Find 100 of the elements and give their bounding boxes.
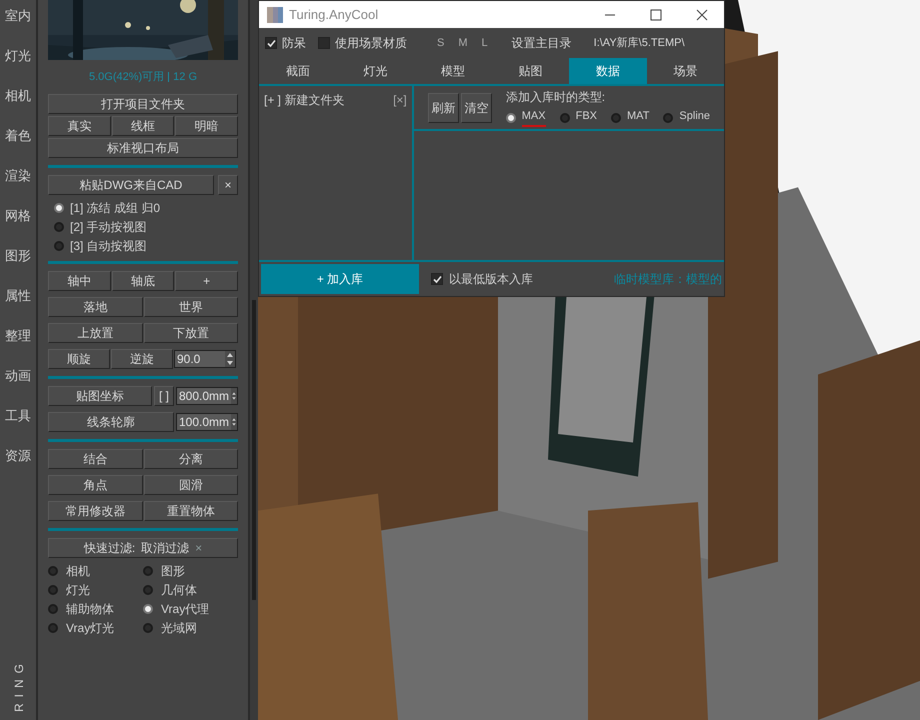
size-button[interactable]: S — [437, 34, 444, 52]
map-coords-button[interactable]: 贴图坐标 — [48, 386, 152, 406]
edit-button[interactable]: 重置物体 — [144, 501, 238, 521]
option-label: [3] 自动按视图 — [70, 238, 147, 255]
nav-item[interactable]: 工具 — [5, 406, 31, 446]
edit-button[interactable]: 圆滑 — [144, 475, 238, 495]
type-option: Spline — [679, 108, 710, 127]
open-folder-button[interactable]: 打开项目文件夹 — [48, 94, 238, 114]
app-icon — [267, 6, 283, 22]
action-button[interactable]: 清空 — [460, 92, 492, 122]
edit-button[interactable]: 常用修改器 — [48, 501, 142, 521]
nav-item[interactable]: 图形 — [5, 246, 31, 286]
nav-item[interactable]: 相机 — [5, 86, 31, 126]
status-text: 临时模型库：模型的 — [614, 271, 722, 288]
bracket-button[interactable]: [ ] — [154, 386, 174, 406]
edit-button[interactable]: 结合 — [48, 449, 142, 469]
brand-text: RING — [11, 658, 27, 712]
nav-item[interactable]: 动画 — [5, 366, 31, 406]
place-button[interactable]: 世界 — [144, 297, 238, 317]
path-text: I:\AY新库\5.TEMP\ — [594, 36, 685, 51]
filter-label: 快速过滤: — [84, 540, 136, 557]
radio-button[interactable] — [663, 112, 674, 122]
outline-button[interactable]: 线条轮廓 — [48, 412, 174, 432]
checkbox[interactable] — [265, 37, 277, 49]
radio-button[interactable] — [54, 222, 64, 232]
window-title: Turing.AnyCool — [289, 6, 378, 24]
cancel-filter-button[interactable]: 取消过滤 — [141, 539, 190, 557]
tab[interactable]: 模型 — [414, 58, 492, 84]
nav-item[interactable]: 整理 — [5, 326, 31, 366]
view-mode-button[interactable]: 真实 — [48, 116, 111, 136]
tab[interactable]: 数据 — [569, 58, 646, 84]
size-button[interactable]: L — [482, 34, 488, 52]
rotate-button[interactable]: 顺旋 — [48, 349, 110, 369]
radio-button[interactable] — [143, 622, 153, 632]
filter-option: Vray代理 — [161, 600, 210, 618]
filter-option: 灯光 — [66, 580, 90, 598]
set-directory-button[interactable]: 设置主目录 — [512, 34, 572, 52]
pivot-button[interactable]: 轴底 — [112, 271, 174, 291]
filter-option: Vray灯光 — [66, 618, 114, 636]
close-folder-button[interactable]: [×] — [393, 91, 407, 109]
place-button[interactable]: 下放置 — [144, 323, 238, 343]
radio-button[interactable] — [611, 112, 622, 122]
radio-button[interactable] — [54, 203, 64, 213]
new-folder-button[interactable]: [+ ] 新建文件夹 — [264, 91, 344, 109]
tab[interactable]: 场景 — [646, 58, 724, 84]
rotate-button[interactable]: 逆旋 — [111, 349, 173, 369]
option-label: [1] 冻结 成组 归0 — [70, 200, 160, 217]
layout-button[interactable]: 标准视口布局 — [48, 138, 238, 158]
radio-button[interactable] — [54, 241, 64, 251]
action-button[interactable]: 刷新 — [428, 92, 459, 122]
tab[interactable]: 截面 — [259, 58, 336, 84]
place-button[interactable]: 上放置 — [48, 323, 142, 343]
size-button[interactable]: M — [458, 34, 468, 52]
radio-button[interactable] — [560, 112, 570, 122]
filter-option: 光域网 — [161, 618, 197, 636]
view-mode-button[interactable]: 线框 — [112, 116, 174, 136]
radio-button[interactable] — [48, 622, 58, 632]
maximize-icon[interactable] — [650, 8, 662, 20]
type-option: MAT — [627, 108, 650, 127]
filter-option: 相机 — [66, 562, 90, 580]
filter-option: 图形 — [161, 562, 185, 580]
nav-item[interactable]: 灯光 — [5, 46, 31, 86]
checkbox[interactable] — [318, 37, 330, 49]
radio-button[interactable] — [143, 604, 153, 614]
filter-option: 辅助物体 — [66, 600, 114, 618]
nav-item[interactable]: 室内 — [5, 6, 31, 46]
type-label: 添加入库时的类型: — [506, 89, 606, 106]
radio-button[interactable] — [48, 604, 58, 614]
radio-button[interactable] — [48, 566, 58, 576]
tab[interactable]: 灯光 — [336, 58, 414, 84]
radio-button[interactable] — [48, 584, 58, 594]
memory-total: 12 G — [173, 70, 198, 85]
radio-button[interactable] — [143, 566, 153, 576]
close-button[interactable]: × — [218, 175, 238, 195]
type-option: FBX — [576, 108, 598, 127]
nav-item[interactable]: 资源 — [5, 446, 31, 486]
nav-item[interactable]: 属性 — [5, 286, 31, 326]
close-icon[interactable] — [696, 8, 708, 20]
option-label: 使用场景材质 — [335, 35, 407, 52]
place-button[interactable]: 落地 — [48, 297, 142, 317]
tab[interactable]: 贴图 — [492, 58, 569, 84]
edit-button[interactable]: 分离 — [144, 449, 238, 469]
pivot-button[interactable]: + — [175, 271, 238, 291]
nav-item[interactable]: 渲染 — [5, 166, 31, 206]
view-mode-button[interactable]: 明暗 — [175, 116, 238, 136]
radio-button[interactable] — [506, 112, 516, 122]
edit-button[interactable]: 角点 — [48, 475, 142, 495]
checkbox[interactable] — [431, 273, 443, 285]
nav-item[interactable]: 着色 — [5, 126, 31, 166]
memory-text: 5.0G(42%)可用 — [88, 70, 164, 85]
type-option: MAX — [522, 108, 546, 127]
paste-dwg-button[interactable]: 粘贴DWG来自CAD — [48, 175, 214, 195]
radio-button[interactable] — [143, 584, 153, 594]
add-to-library-button[interactable]: + 加入库 — [261, 264, 419, 294]
option-label: 防呆 — [282, 35, 306, 52]
option-label: 以最低版本入库 — [449, 271, 533, 288]
pivot-button[interactable]: 轴中 — [48, 271, 111, 291]
nav-item[interactable]: 网格 — [5, 206, 31, 246]
filter-option: 几何体 — [161, 580, 197, 598]
option-label: [2] 手动按视图 — [70, 219, 147, 236]
